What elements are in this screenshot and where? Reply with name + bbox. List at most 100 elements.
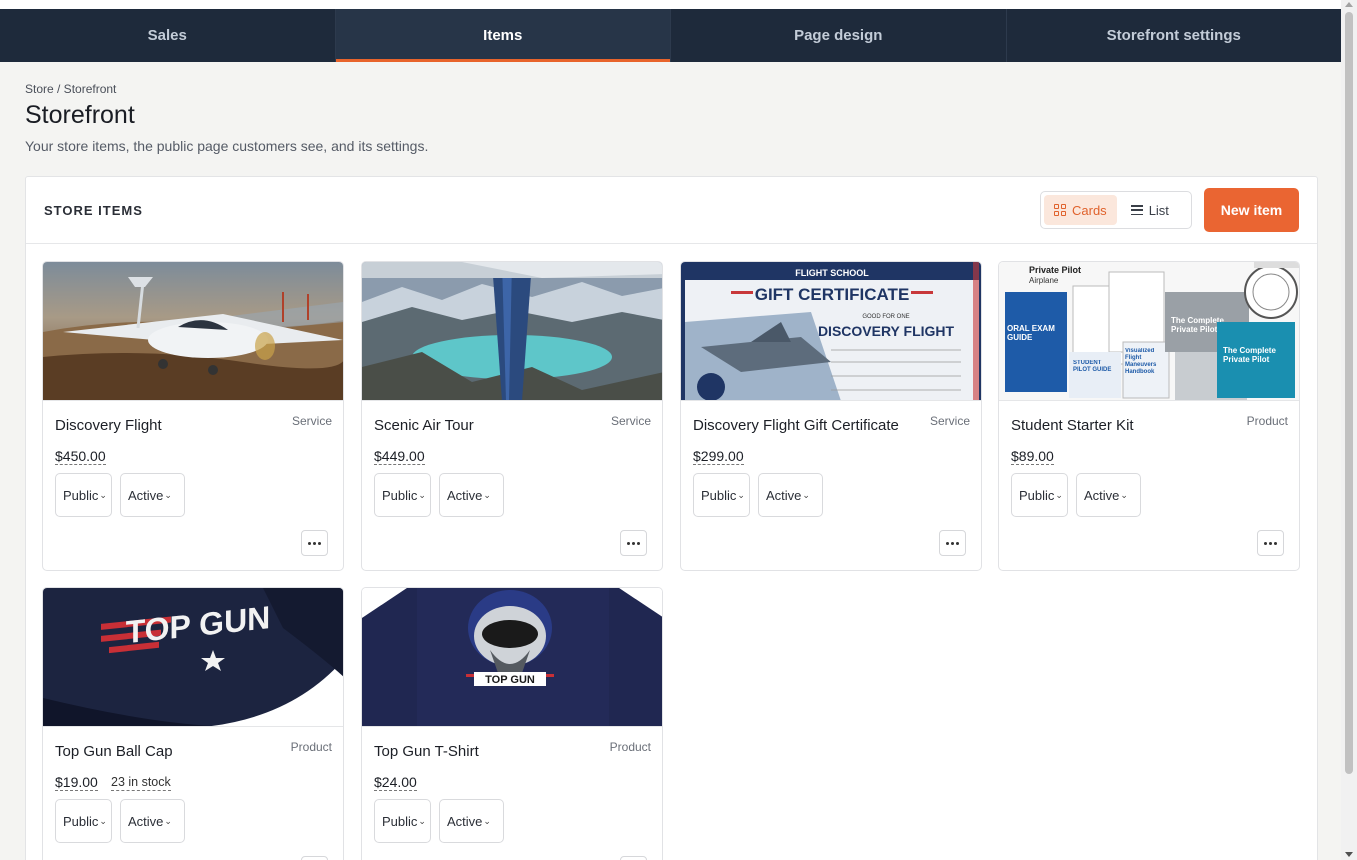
item-card[interactable]: TOP GUN Top Gun T-Shirt Product $24.00 P… (361, 587, 663, 860)
tab-storefront-settings[interactable]: Storefront settings (1007, 9, 1342, 62)
item-name: Discovery Flight Gift Certificate (693, 417, 899, 434)
status-value: Active (766, 487, 802, 503)
chevron-down-icon: ⌄ (164, 489, 172, 500)
status-select[interactable]: Active ⌄ (439, 799, 504, 843)
item-type: Service (929, 414, 970, 428)
item-price[interactable]: $299.00 (693, 448, 744, 465)
item-image (362, 262, 662, 401)
item-name: Top Gun Ball Cap (55, 743, 173, 760)
gift-flight-text: DISCOVERY FLIGHT (818, 323, 955, 339)
chevron-down-icon: ⌄ (418, 489, 426, 500)
item-type: Service (291, 414, 332, 428)
chevron-down-icon: ⌄ (1120, 489, 1128, 500)
more-options-button[interactable] (939, 530, 966, 556)
status-value: Active (128, 487, 164, 503)
visibility-select[interactable]: Public ⌄ (55, 799, 112, 843)
item-card[interactable]: TOP GUN Top Gun Ball Cap Product $19.00 … (42, 587, 344, 860)
gift-banner-text: FLIGHT SCHOOL (795, 268, 869, 278)
window-top-strip (0, 0, 1341, 9)
cards-view-label: Cards (1072, 202, 1107, 218)
status-value: Active (128, 813, 164, 829)
chevron-down-icon: ⌄ (483, 489, 491, 500)
tab-sales[interactable]: Sales (0, 9, 336, 62)
page-scrollbar[interactable] (1341, 0, 1357, 860)
visibility-value: Public (63, 487, 99, 503)
gift-title-text: GIFT CERTIFICATE (755, 285, 910, 304)
item-name: Scenic Air Tour (374, 417, 474, 434)
item-image: Private Pilot Airplane ORAL EXAM GUIDE S… (999, 262, 1299, 401)
gift-sub-text: GOOD FOR ONE (862, 314, 909, 320)
item-name: Top Gun T-Shirt (374, 743, 479, 760)
item-price[interactable]: $19.00 (55, 774, 98, 791)
status-value: Active (447, 487, 483, 503)
item-card[interactable]: Scenic Air Tour Service $449.00 Public ⌄ … (361, 261, 663, 571)
visibility-select[interactable]: Public ⌄ (374, 799, 431, 843)
new-item-button[interactable]: New item (1204, 188, 1299, 232)
list-view-button[interactable]: List (1121, 195, 1179, 225)
status-select[interactable]: Active ⌄ (120, 799, 185, 843)
page-subtitle: Your store items, the public page custom… (25, 138, 429, 154)
kit-header-text: Private Pilot (1029, 265, 1081, 275)
list-icon (1130, 205, 1143, 215)
chevron-down-icon: ⌄ (737, 489, 745, 500)
status-select[interactable]: Active ⌄ (758, 473, 823, 517)
chevron-down-icon: ⌄ (99, 815, 107, 826)
more-options-button[interactable] (620, 856, 647, 860)
chevron-down-icon: ⌄ (802, 489, 810, 500)
item-price[interactable]: $450.00 (55, 448, 106, 465)
page-content: Store / Storefront Storefront Your store… (0, 62, 1341, 860)
chevron-down-icon: ⌄ (483, 815, 491, 826)
more-options-button[interactable] (301, 530, 328, 556)
scrollbar-thumb[interactable] (1345, 12, 1353, 774)
panel-title: STORE ITEMS (44, 203, 143, 218)
more-options-button[interactable] (1257, 530, 1284, 556)
more-options-button[interactable] (301, 856, 328, 860)
kit-oral-text: ORAL EXAM GUIDE (1007, 324, 1055, 342)
cards-view-button[interactable]: Cards (1044, 195, 1117, 225)
kit-maneuvers-text: Visualized Flight Maneuvers Handbook (1125, 348, 1157, 375)
item-type: Service (610, 414, 651, 428)
visibility-value: Public (382, 813, 418, 829)
item-name: Student Starter Kit (1011, 417, 1134, 434)
status-select[interactable]: Active ⌄ (439, 473, 504, 517)
breadcrumb: Store / Storefront (25, 82, 117, 96)
item-card[interactable]: FLIGHT SCHOOL GIFT CERTIFICATE GOOD FOR … (680, 261, 982, 571)
scroll-down-arrow-icon[interactable] (1345, 852, 1353, 857)
visibility-value: Public (1019, 487, 1055, 503)
visibility-select[interactable]: Public ⌄ (693, 473, 750, 517)
chevron-down-icon: ⌄ (418, 815, 426, 826)
visibility-value: Public (382, 487, 418, 503)
item-type: Product (1246, 414, 1288, 428)
item-type: Product (290, 740, 332, 754)
item-card[interactable]: Private Pilot Airplane ORAL EXAM GUIDE S… (998, 261, 1300, 571)
visibility-select[interactable]: Public ⌄ (374, 473, 431, 517)
kit-airplane-text: Airplane (1029, 276, 1059, 285)
store-items-panel: STORE ITEMS Cards List New item Discover… (25, 176, 1318, 860)
item-name: Discovery Flight (55, 417, 162, 434)
visibility-value: Public (701, 487, 737, 503)
item-price[interactable]: $24.00 (374, 774, 417, 791)
top-nav: Sales Items Page design Storefront setti… (0, 9, 1341, 62)
chevron-down-icon: ⌄ (164, 815, 172, 826)
visibility-select[interactable]: Public ⌄ (55, 473, 112, 517)
item-image: FLIGHT SCHOOL GIFT CERTIFICATE GOOD FOR … (681, 262, 981, 401)
status-select[interactable]: Active ⌄ (1076, 473, 1141, 517)
chevron-down-icon: ⌄ (99, 489, 107, 500)
list-view-label: List (1148, 202, 1169, 218)
scroll-up-arrow-icon[interactable] (1345, 2, 1353, 7)
stock-count[interactable]: 23 in stock (111, 774, 171, 791)
item-image: TOP GUN (362, 588, 662, 727)
visibility-value: Public (63, 813, 99, 829)
item-price[interactable]: $89.00 (1011, 448, 1054, 465)
more-options-button[interactable] (620, 530, 647, 556)
status-select[interactable]: Active ⌄ (120, 473, 185, 517)
item-image (43, 262, 343, 401)
tab-items[interactable]: Items (335, 9, 671, 62)
item-image: TOP GUN (43, 588, 343, 727)
page-title: Storefront (25, 101, 135, 129)
tab-page-design[interactable]: Page design (671, 9, 1007, 62)
visibility-select[interactable]: Public ⌄ (1011, 473, 1068, 517)
status-value: Active (447, 813, 483, 829)
item-price[interactable]: $449.00 (374, 448, 425, 465)
item-card[interactable]: Discovery Flight Service $450.00 Public ⌄… (42, 261, 344, 571)
